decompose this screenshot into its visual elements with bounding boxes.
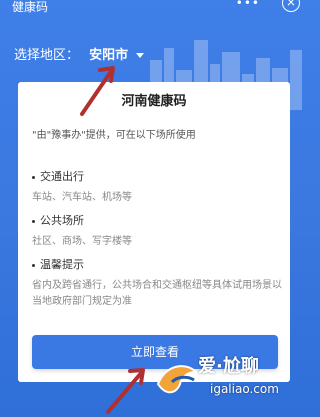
section-tips: 温馨提示 省内及跨省通行，公共场合和交通枢纽等具体试用场景以当地政府部门规定为准	[32, 256, 282, 310]
watermark-logo: 爱·尬聊 igaliao.com	[152, 348, 302, 410]
more-options-button[interactable]: •••	[236, 0, 260, 10]
section-heading: 公共场所	[40, 214, 84, 227]
region-selector[interactable]: 选择地区： 安阳市	[14, 44, 145, 63]
section-desc: 省内及跨省通行，公共场合和交通枢纽等具体试用场景以当地政府部门规定为准	[32, 280, 282, 307]
section-transport: 交通出行 车站、汽车站、机场等	[32, 168, 282, 206]
watermark-url: igaliao.com	[210, 382, 279, 396]
section-desc: 车站、汽车站、机场等	[32, 192, 132, 203]
section-heading: 温馨提示	[40, 258, 84, 271]
annotation-arrow-icon	[106, 368, 145, 414]
region-label: 选择地区：	[14, 48, 80, 63]
annotation-arrow-icon	[80, 66, 115, 116]
bird-logo-icon	[156, 365, 199, 394]
close-icon: ×	[285, 0, 297, 9]
chevron-down-icon	[136, 53, 145, 58]
card-title: 河南健康码	[121, 94, 187, 109]
bullet-icon	[32, 175, 35, 179]
section-desc: 社区、商场、写字楼等	[32, 236, 132, 247]
close-button[interactable]: ×	[282, 0, 300, 12]
card-intro: "由"豫事办"提供，可在以下场所使用	[32, 130, 196, 141]
section-heading: 交通出行	[40, 170, 84, 183]
watermark-brand: 爱·尬聊	[198, 356, 259, 377]
section-public-places: 公共场所 社区、商场、写字楼等	[32, 212, 282, 250]
bullet-icon	[32, 263, 35, 267]
header-title: 健康码	[12, 0, 49, 14]
bullet-icon	[32, 219, 35, 223]
app-header: 健康码 ••• ×	[0, 0, 308, 22]
region-value[interactable]: 安阳市	[89, 44, 128, 63]
